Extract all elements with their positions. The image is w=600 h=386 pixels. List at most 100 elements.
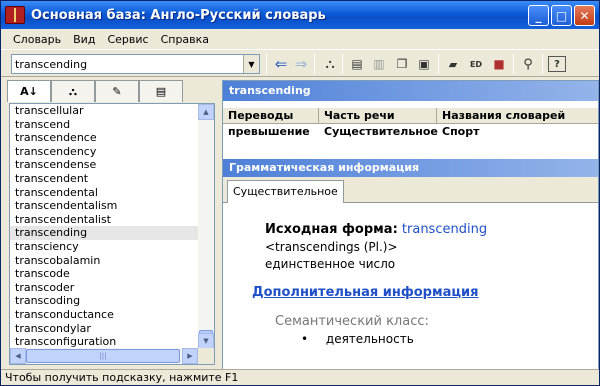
- scroll-right-icon[interactable]: ▶: [182, 348, 198, 364]
- close-icon: ✕: [579, 8, 590, 23]
- tab-alphabetical[interactable]: A↓: [7, 80, 51, 102]
- maximize-button[interactable]: □: [551, 5, 572, 26]
- paste-icon[interactable]: ▣: [415, 56, 433, 72]
- search-combo[interactable]: transcending ▼: [11, 54, 260, 74]
- scroll-corner: [198, 348, 214, 364]
- binoculars-icon: ⛬: [69, 84, 77, 98]
- sort-az-icon: A↓: [20, 85, 38, 98]
- plural-form: <transcendings (Pl.)>: [265, 240, 398, 254]
- list-item[interactable]: transcoding: [10, 294, 198, 308]
- horizontal-scrollbar[interactable]: ◀ ||| ▶: [10, 348, 198, 364]
- list-item[interactable]: transcode: [10, 267, 198, 281]
- menu-spravka[interactable]: Справка: [155, 33, 215, 46]
- title-bar: Основная база: Англо-Русский словарь _ □…: [1, 1, 599, 29]
- toolbar-separator: [266, 54, 267, 74]
- status-bar: Чтобы получить подсказку, нажмите F1: [1, 369, 599, 386]
- toolbar-separator: [314, 54, 315, 74]
- list-item[interactable]: transcendent: [10, 172, 198, 186]
- column-header-part-of-speech[interactable]: Часть речи: [319, 108, 437, 124]
- menu-vid[interactable]: Вид: [67, 33, 101, 46]
- semantic-class-value: • деятельность: [301, 332, 414, 346]
- tab-history[interactable]: ✎: [95, 80, 139, 102]
- number-info: единственное число: [265, 257, 396, 271]
- clipboard-icon[interactable]: ▤: [348, 56, 366, 72]
- list-item[interactable]: transcellular: [10, 104, 198, 118]
- book-icon: [5, 6, 25, 24]
- grammar-body: Исходная форма: transcending <transcendi…: [223, 204, 598, 369]
- list-item[interactable]: transcendentalism: [10, 199, 198, 213]
- menu-slovar[interactable]: Словарь: [7, 33, 67, 46]
- search-input[interactable]: transcending: [12, 58, 87, 71]
- close-button[interactable]: ✕: [574, 5, 595, 26]
- list-item[interactable]: transcendentalist: [10, 213, 198, 227]
- plural-line: <transcendings (Pl.)>: [265, 240, 398, 254]
- list-item[interactable]: transcending: [10, 226, 198, 240]
- headword-header: transcending: [223, 81, 598, 101]
- binoculars-icon[interactable]: ⛬: [321, 56, 339, 72]
- app-window: Основная база: Англо-Русский словарь _ □…: [0, 0, 600, 386]
- toolbar: transcending ▼ ⇐ ⇒ ⛬ ▤ ▥ ❐ ▣ ▰ ED ■ ⚲ ?: [1, 49, 599, 77]
- arrow-left-icon[interactable]: ⇐: [272, 55, 290, 73]
- semantic-value-text: деятельность: [325, 332, 414, 346]
- tab-search[interactable]: ⛬: [51, 80, 95, 102]
- translations-table: Переводы Часть речи Названия словарей пр…: [223, 108, 598, 140]
- list-item[interactable]: transcendence: [10, 131, 198, 145]
- list-item[interactable]: transciency: [10, 240, 198, 254]
- ed-icon[interactable]: ED: [467, 56, 485, 72]
- clipboard-gray-icon[interactable]: ▥: [370, 56, 388, 72]
- menu-bar: Словарь Вид Сервис Справка: [1, 29, 599, 49]
- list-item[interactable]: transcoder: [10, 281, 198, 295]
- list-item[interactable]: transcobalamin: [10, 254, 198, 268]
- scroll-down-icon[interactable]: ▼: [198, 333, 214, 349]
- more-info-link[interactable]: Дополнительная информация: [252, 285, 478, 300]
- maximize-icon: □: [555, 8, 568, 23]
- semantic-class-label: Семантический класс:: [275, 314, 429, 329]
- clipboard-icon: ▤: [155, 85, 167, 98]
- tab-clipboard[interactable]: ▤: [139, 80, 183, 102]
- minimize-icon: _: [535, 8, 542, 23]
- cell-part-of-speech: Существительное: [324, 125, 438, 138]
- toolbar-separator: [342, 54, 343, 74]
- tab-noun[interactable]: Существительное: [227, 180, 344, 203]
- article-pane: transcending Переводы Часть речи Названи…: [222, 80, 599, 370]
- column-header-dictionaries[interactable]: Названия словарей: [437, 108, 598, 124]
- column-header-translations[interactable]: Переводы: [223, 108, 319, 124]
- list-item[interactable]: transcendency: [10, 145, 198, 159]
- menu-servis[interactable]: Сервис: [101, 33, 154, 46]
- window-title: Основная база: Англо-Русский словарь: [31, 7, 326, 23]
- arrow-right-icon[interactable]: ⇒: [292, 55, 310, 73]
- list-item[interactable]: transcendense: [10, 158, 198, 172]
- chevron-down-icon[interactable]: ▼: [243, 55, 259, 73]
- vertical-scrollbar[interactable]: ▲ ▼: [198, 104, 214, 349]
- list-item[interactable]: transcondylar: [10, 322, 198, 336]
- toolbar-separator: [438, 54, 439, 74]
- grammar-header: Грамматическая информация: [223, 159, 598, 177]
- bullet: •: [301, 332, 309, 346]
- list-item[interactable]: transcendental: [10, 186, 198, 200]
- minimize-button[interactable]: _: [528, 5, 549, 26]
- list-item[interactable]: transconfiguration: [10, 335, 198, 349]
- hscroll-thumb[interactable]: |||: [26, 349, 180, 363]
- toolbar-separator: [513, 54, 514, 74]
- base-form-link[interactable]: transcending: [402, 222, 487, 237]
- table-header: Переводы Часть речи Названия словарей: [223, 108, 598, 124]
- cell-translation[interactable]: превышение: [223, 124, 319, 140]
- list-item[interactable]: transconductance: [10, 308, 198, 322]
- cap-icon[interactable]: ▰: [444, 56, 462, 72]
- word-list-items: transcellular transcend transcendence trans…: [10, 104, 198, 349]
- scroll-up-icon[interactable]: ▲: [198, 104, 214, 120]
- base-form-label: Исходная форма:: [265, 222, 398, 237]
- toolbar-separator: [542, 54, 543, 74]
- help-icon[interactable]: ?: [548, 56, 566, 72]
- pin-icon[interactable]: ⚲: [519, 56, 537, 72]
- scroll-left-icon[interactable]: ◀: [10, 348, 26, 364]
- copy-icon[interactable]: ❐: [393, 56, 411, 72]
- word-list[interactable]: transcellular transcend transcendence trans…: [9, 103, 215, 365]
- dictionary-icon[interactable]: ■: [490, 56, 508, 72]
- list-item[interactable]: transcend: [10, 118, 198, 132]
- table-row[interactable]: превышение Существительное Спорт: [223, 124, 598, 140]
- left-pane: A↓ ⛬ ✎ ▤ transcellular transcend transcend…: [3, 78, 218, 368]
- cell-dictionary: Спорт: [442, 125, 480, 138]
- history-icon: ✎: [112, 85, 122, 98]
- left-tabs: A↓ ⛬ ✎ ▤: [7, 80, 215, 102]
